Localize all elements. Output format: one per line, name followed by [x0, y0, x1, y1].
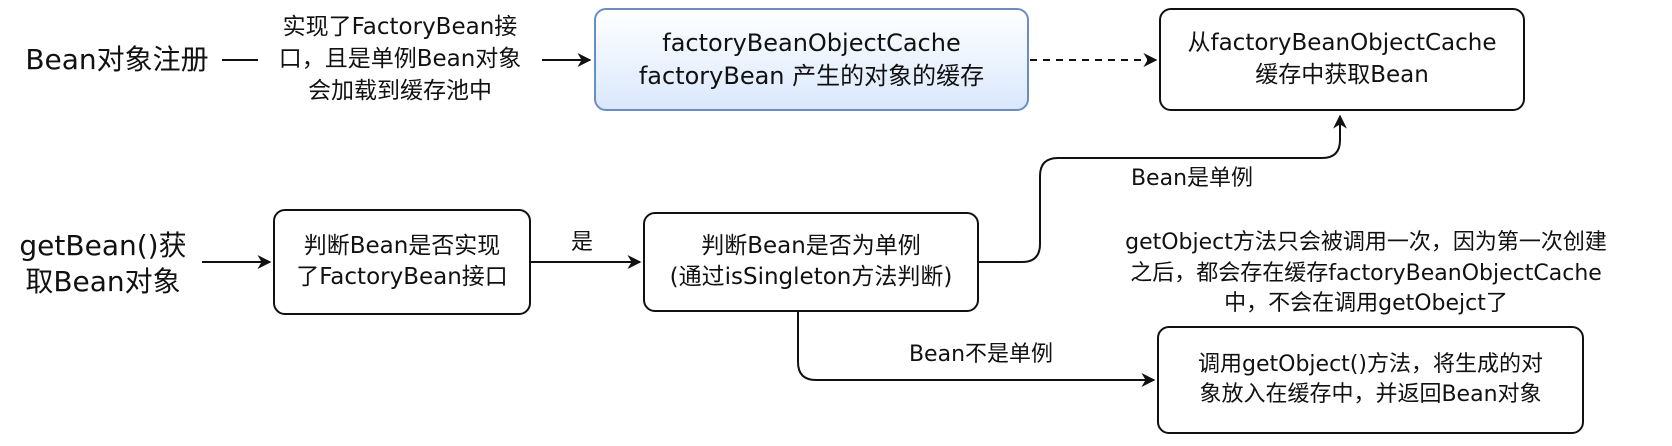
label-yes: 是 — [570, 229, 593, 255]
node-factory-bean-object-cache: factoryBeanObjectCache factoryBean 产生的对象… — [594, 8, 1029, 111]
label-get-bean: getBean()获 取Bean对象 — [19, 228, 187, 298]
label-singleton: Bean是单例 — [1130, 165, 1254, 191]
label-not-singleton: Bean不是单例 — [908, 341, 1054, 367]
node-get-from-cache: 从factoryBeanObjectCache 缓存中获取Bean — [1159, 8, 1525, 111]
node-check-factory-bean: 判断Bean是否实现 了FactoryBean接口 — [273, 209, 531, 315]
node-check-singleton: 判断Bean是否为单例 (通过isSingleton方法判断) — [643, 212, 979, 312]
label-register-note: 实现了FactoryBean接 口，且是单例Bean对象 会加载到缓存池中 — [278, 14, 522, 104]
label-bean-register: Bean对象注册 — [25, 42, 209, 76]
label-cache-note: getObject方法只会被调用一次，因为第一次创建 之后，都会存在缓存fact… — [1125, 230, 1607, 317]
node-call-get-object: 调用getObject()方法，将生成的对 象放入在缓存中，并返回Bean对象 — [1157, 326, 1584, 434]
